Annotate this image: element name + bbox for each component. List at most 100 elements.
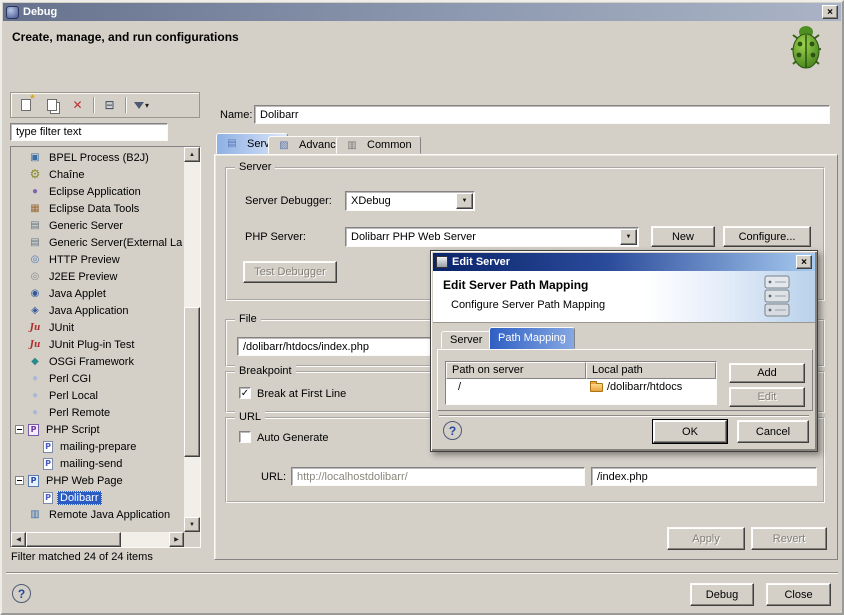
dialog-titlebar[interactable]: Edit Server × [433, 253, 815, 271]
tree-item[interactable]: J2EE Preview [12, 268, 184, 285]
scrollbar-thumb[interactable] [26, 532, 121, 547]
server-icon [436, 256, 448, 268]
tree-item[interactable]: Generic Server [12, 217, 184, 234]
tree-item[interactable]: Perl CGI [12, 370, 184, 387]
filter-input[interactable]: type filter text [10, 123, 168, 141]
dialog-tab-server[interactable]: Server [441, 331, 491, 349]
tree-item-label: HTTP Preview [46, 253, 123, 267]
tree-item-label: Eclipse Data Tools [46, 202, 142, 216]
delete-icon: ✕ [72, 98, 82, 112]
scroll-right-icon[interactable]: ▶ [169, 532, 184, 547]
tree-item-icon [28, 287, 42, 300]
tree-item[interactable]: Remote Java Application [12, 506, 184, 523]
filter-menu-button[interactable]: ▾ [130, 96, 153, 115]
scrollbar-thumb[interactable] [184, 307, 200, 457]
delete-button[interactable]: ✕ [66, 96, 89, 115]
tree-item[interactable]: Perl Local [12, 387, 184, 404]
column-path-on-server[interactable]: Path on server [446, 362, 586, 379]
scroll-left-icon[interactable]: ◀ [11, 532, 26, 547]
tree-rows: BPEL Process (B2J) Chaîne Eclipse Applic… [12, 148, 184, 532]
new-server-button[interactable]: New [651, 226, 715, 247]
url-path-input[interactable]: /index.php [591, 467, 817, 486]
configurations-toolbar: ✕ ⊟ ▾ [10, 92, 200, 118]
vertical-scrollbar[interactable]: ▲ ▼ [184, 147, 200, 532]
break-first-line-label: Break at First Line [257, 388, 346, 400]
dialog-tab-path-mapping[interactable]: Path Mapping [489, 327, 575, 349]
chevron-down-icon[interactable]: ▼ [456, 193, 473, 209]
tree-item[interactable]: Perl Remote [12, 404, 184, 421]
break-first-line-checkbox[interactable] [239, 387, 251, 399]
filter-status: Filter matched 24 of 24 items [11, 551, 153, 563]
new-configuration-button[interactable] [14, 96, 37, 115]
php-server-label: PHP Server: [245, 231, 306, 243]
collapse-all-icon: ⊟ [104, 98, 114, 112]
tree-item-label: Perl Remote [46, 406, 113, 420]
scroll-down-icon[interactable]: ▼ [184, 517, 200, 532]
tree-item-icon [28, 321, 42, 334]
auto-generate-checkbox[interactable] [239, 431, 251, 443]
tree-item[interactable]: Java Application [12, 302, 184, 319]
server-debugger-select[interactable]: XDebug ▼ [345, 191, 475, 211]
tab-common[interactable]: Common [336, 136, 421, 154]
edit-server-dialog: Edit Server × Edit Server Path Mapping C… [430, 250, 818, 452]
toolbar-separator [93, 97, 94, 113]
table-row[interactable]: / /dolibarr/htdocs [446, 379, 716, 395]
help-button[interactable]: ? [12, 584, 31, 603]
tree-item[interactable]: OSGi Framework [12, 353, 184, 370]
duplicate-button[interactable] [40, 96, 63, 115]
tree-item-label: Java Application [46, 304, 132, 318]
tree-item[interactable]: Java Applet [12, 285, 184, 302]
horizontal-scrollbar[interactable]: ◀ ▶ [11, 532, 184, 547]
edit-mapping-button[interactable]: Edit [729, 387, 805, 407]
toolbar-separator [125, 97, 126, 113]
cancel-button[interactable]: Cancel [737, 420, 809, 443]
php-server-select[interactable]: Dolibarr PHP Web Server ▼ [345, 227, 639, 247]
tree-item[interactable]: Generic Server(External La [12, 234, 184, 251]
column-local-path[interactable]: Local path [586, 362, 716, 379]
tree-item[interactable]: HTTP Preview [12, 251, 184, 268]
window-titlebar[interactable]: Debug × [3, 3, 841, 21]
tree-item[interactable]: PHP Script [12, 421, 184, 438]
tree-item[interactable]: JUnit [12, 319, 184, 336]
tree-item[interactable]: JUnit Plug-in Test [12, 336, 184, 353]
tab-label: Path Mapping [498, 332, 566, 344]
apply-button[interactable]: Apply [667, 527, 745, 550]
tree-item-label: Generic Server [46, 219, 126, 233]
server-group-title: Server [235, 161, 275, 174]
page-title: Create, manage, and run configurations [12, 30, 239, 44]
tree-item-selected[interactable]: Dolibarr [12, 489, 184, 506]
tree-item-label: JUnit Plug-in Test [46, 338, 137, 352]
tree-item[interactable]: Eclipse Application [12, 183, 184, 200]
close-button[interactable]: Close [766, 583, 831, 606]
tree-item-label: OSGi Framework [46, 355, 137, 369]
url-base-input[interactable]: http://localhostdolibarr/ [291, 467, 585, 486]
collapse-toggle-icon[interactable] [15, 476, 24, 485]
revert-button[interactable]: Revert [751, 527, 827, 550]
tree-item[interactable]: Eclipse Data Tools [12, 200, 184, 217]
filter-icon [134, 102, 144, 109]
collapse-toggle-icon[interactable] [15, 425, 24, 434]
dialog-help-button[interactable]: ? [443, 421, 462, 440]
bug-icon [784, 22, 828, 72]
tree-item[interactable]: PHP Web Page [12, 472, 184, 489]
chevron-down-icon[interactable]: ▼ [620, 229, 637, 245]
scroll-up-icon[interactable]: ▲ [184, 147, 200, 162]
debug-button[interactable]: Debug [690, 583, 754, 606]
tree-item[interactable]: BPEL Process (B2J) [12, 149, 184, 166]
tree-item[interactable]: mailing-send [12, 455, 184, 472]
dialog-heading: Edit Server Path Mapping [443, 278, 588, 292]
tree-item[interactable]: Chaîne [12, 166, 184, 183]
tab-label: Server [450, 334, 482, 346]
server-image-icon [763, 274, 791, 320]
close-icon[interactable]: × [822, 5, 838, 19]
name-input[interactable]: Dolibarr [254, 105, 830, 124]
ok-button[interactable]: OK [653, 420, 727, 443]
dialog-title: Edit Server [452, 256, 792, 268]
tree-item[interactable]: mailing-prepare [12, 438, 184, 455]
configure-button[interactable]: Configure... [723, 226, 811, 247]
add-mapping-button[interactable]: Add [729, 363, 805, 383]
test-debugger-button[interactable]: Test Debugger [243, 261, 337, 283]
collapse-all-button[interactable]: ⊟ [98, 96, 121, 115]
tree-item-icon [28, 389, 42, 402]
close-icon[interactable]: × [796, 255, 812, 269]
